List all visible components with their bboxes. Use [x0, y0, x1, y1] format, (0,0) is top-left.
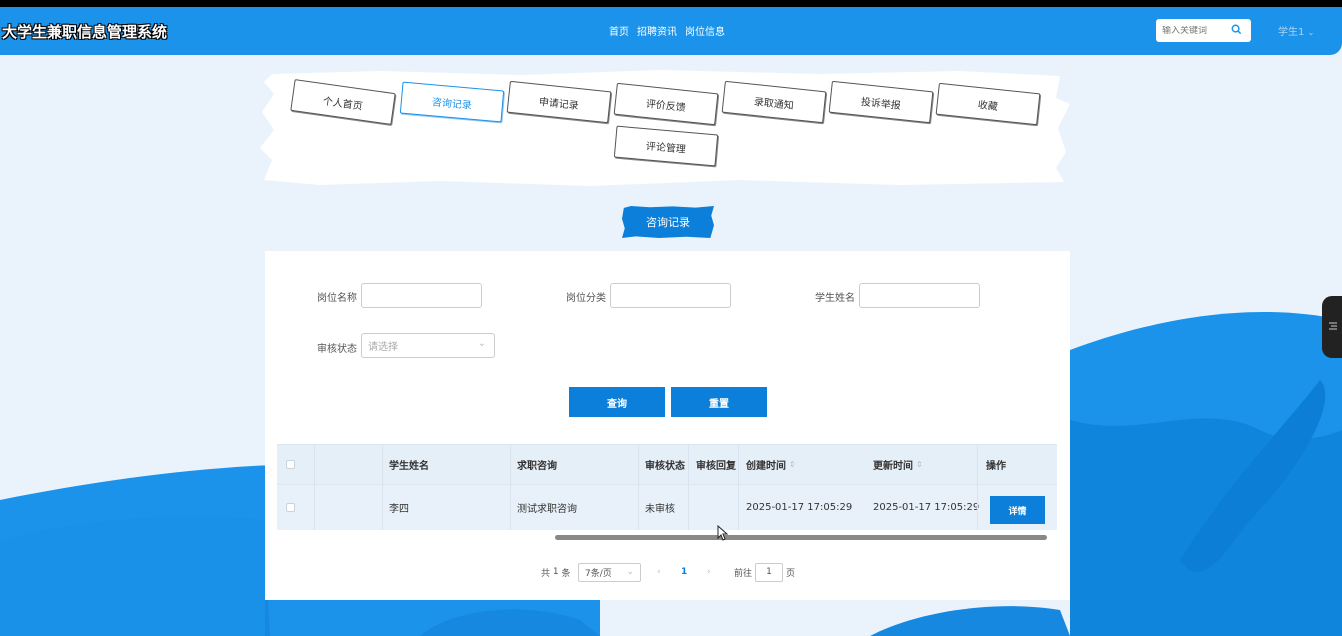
tab-label: 个人首页 — [322, 95, 364, 113]
column-divider — [688, 444, 689, 530]
pagination-total: 共 1 条 — [541, 562, 571, 582]
sort-icon[interactable]: ⇕ — [789, 460, 796, 469]
column-divider — [738, 444, 739, 530]
header-student-name: 学生姓名 — [389, 461, 429, 472]
user-menu[interactable]: 学生1 ⌄ — [1278, 23, 1314, 38]
header-consult: 求职咨询 — [517, 461, 557, 472]
student-name-label: 学生姓名 — [815, 293, 855, 304]
student-name-input[interactable] — [859, 283, 980, 308]
header-audit-reply: 审核回复 — [696, 461, 736, 472]
total-count: 1 — [552, 567, 559, 577]
page-size-select[interactable]: 7条/页 ⌄ — [578, 562, 641, 582]
audit-status-placeholder: 请选择 — [368, 342, 398, 353]
horizontal-scrollbar[interactable] — [555, 535, 1047, 540]
column-divider — [510, 444, 511, 530]
next-page-icon[interactable]: › — [707, 562, 711, 582]
total-suffix: 条 — [561, 568, 571, 579]
column-divider — [977, 444, 978, 530]
header-audit-status: 审核状态 — [645, 461, 685, 472]
sort-icon[interactable]: ⇕ — [916, 460, 923, 469]
top-nav: 首页 招聘资讯 岗位信息 — [609, 23, 725, 38]
header-action: 操作 — [986, 461, 1006, 472]
cell-audit-reply — [689, 485, 696, 530]
goto-page-value: 1 — [766, 567, 772, 577]
main-panel: 岗位名称 岗位分类 学生姓名 审核状态 请选择 ⌄ 查询 重置 学生姓名 求职咨… — [265, 251, 1070, 600]
app-title: 大学生兼职信息管理系统 — [2, 23, 168, 41]
reset-button[interactable]: 重置 — [671, 387, 767, 417]
query-button[interactable]: 查询 — [569, 387, 665, 417]
mouse-cursor-icon — [717, 525, 729, 541]
section-title: 咨询记录 — [622, 206, 714, 238]
tab-label: 收藏 — [977, 99, 999, 113]
job-category-input[interactable] — [610, 283, 731, 308]
cell-created-time: 2025-01-17 17:05:29 — [746, 502, 853, 513]
top-header: 大学生兼职信息管理系统 首页 招聘资讯 岗位信息 学生1 ⌄ — [0, 7, 1342, 55]
cell-student-name: 李四 — [389, 504, 409, 515]
chevron-down-icon: ⌄ — [626, 567, 634, 577]
header-checkbox-cell — [279, 445, 314, 484]
header-updated-time[interactable]: 更新时间 ⇕ — [866, 445, 923, 484]
select-all-checkbox[interactable] — [286, 460, 295, 469]
table-header: 学生姓名 求职咨询 审核状态 审核回复 创建时间 ⇕ 更新时间 ⇕ 操作 — [277, 444, 1057, 484]
audit-status-select[interactable]: 请选择 ⌄ — [361, 333, 495, 358]
search-box — [1156, 19, 1251, 42]
prev-page-icon[interactable]: ‹ — [657, 562, 661, 582]
user-name: 学生1 — [1278, 27, 1305, 38]
center-tabs-board: 个人首页 咨询记录 申请记录 评价反馈 录取通知 投诉举报 收藏 评论管理 — [260, 68, 1070, 188]
job-name-input[interactable] — [361, 283, 482, 308]
cell-consult: 测试求职咨询 — [517, 504, 577, 515]
data-table: 学生姓名 求职咨询 审核状态 审核回复 创建时间 ⇕ 更新时间 ⇕ 操作 李四 测试… — [277, 444, 1057, 540]
header-created-label: 创建时间 — [746, 461, 786, 472]
job-category-label: 岗位分类 — [566, 293, 606, 304]
tab-label: 评论管理 — [645, 140, 687, 156]
chevron-down-icon: ⌄ — [1307, 28, 1315, 37]
header-created-time[interactable]: 创建时间 ⇕ — [739, 445, 796, 484]
total-prefix: 共 — [541, 568, 551, 579]
column-divider — [314, 444, 315, 530]
page-number-current[interactable]: 1 — [681, 562, 687, 582]
cell-audit-status: 未审核 — [645, 504, 675, 515]
audit-status-label: 审核状态 — [317, 344, 357, 355]
row-checkbox-cell — [279, 485, 314, 530]
tab-label: 申请记录 — [538, 96, 580, 112]
goto-label: 前往 — [734, 568, 753, 579]
detail-button[interactable]: 详情 — [990, 496, 1045, 524]
job-name-label: 岗位名称 — [317, 293, 357, 304]
pagination: 共 1 条 7条/页 ⌄ ‹ 1 › 前往 1 页 — [265, 562, 1070, 582]
search-input[interactable] — [1162, 25, 1230, 36]
nav-home[interactable]: 首页 — [609, 23, 629, 38]
page-suffix: 页 — [786, 568, 796, 579]
tab-label: 投诉举报 — [860, 96, 902, 112]
tab-label: 录取通知 — [753, 96, 795, 112]
page-size-value: 7条/页 — [585, 568, 612, 579]
chevron-down-icon: ⌄ — [477, 338, 486, 349]
tab-label: 咨询记录 — [431, 96, 473, 112]
top-black-bar — [0, 0, 1342, 7]
column-divider — [638, 444, 639, 530]
list-icon — [1328, 320, 1338, 334]
row-checkbox[interactable] — [286, 503, 295, 512]
column-divider — [382, 444, 383, 530]
goto-page-input[interactable]: 1 — [755, 562, 783, 582]
search-icon[interactable] — [1231, 24, 1242, 38]
nav-recruit-news[interactable]: 招聘资讯 — [637, 23, 677, 38]
tab-label: 评价反馈 — [645, 98, 687, 114]
table-row: 李四 测试求职咨询 未审核 2025-01-17 17:05:29 2025-0… — [277, 484, 1057, 530]
header-updated-label: 更新时间 — [873, 461, 913, 472]
side-menu-toggle[interactable] — [1322, 296, 1342, 358]
nav-job-info[interactable]: 岗位信息 — [685, 23, 725, 38]
cell-updated-time: 2025-01-17 17:05:29 — [873, 502, 980, 513]
